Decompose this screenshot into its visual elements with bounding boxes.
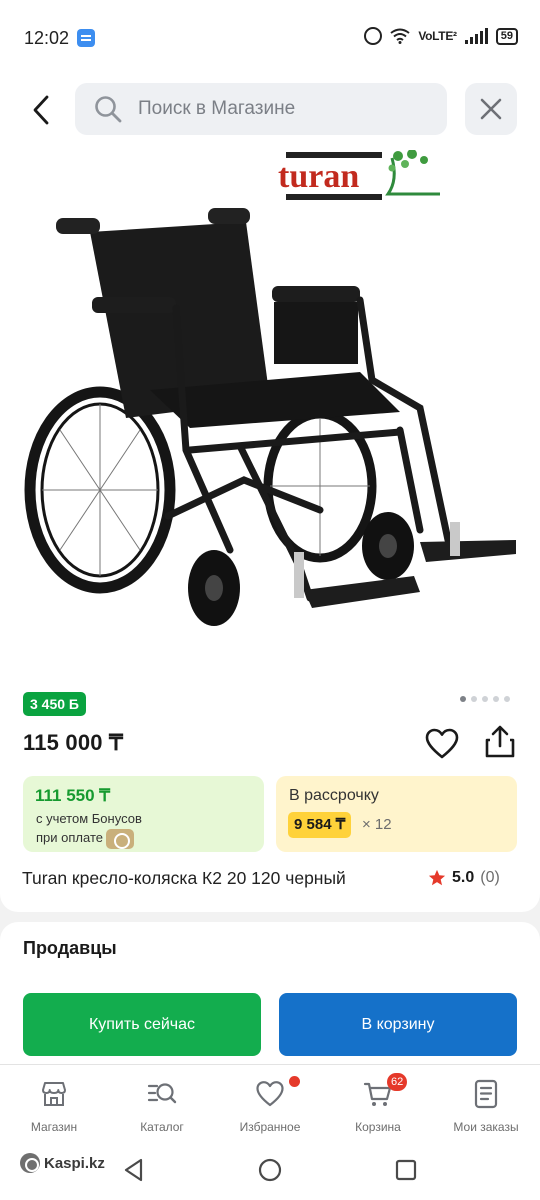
system-recent-apps-icon[interactable] (393, 1157, 419, 1183)
bottom-navigation: Магазин Каталог Избранное 62 Корзина Мои… (0, 1064, 540, 1144)
share-icon[interactable] (482, 724, 518, 760)
search-icon (95, 96, 122, 123)
star-icon (428, 869, 446, 886)
nav-label-cart: Корзина (355, 1120, 401, 1134)
close-button[interactable] (465, 83, 517, 135)
status-indicators: VoLTE² 59 (364, 27, 518, 45)
gallery-dot[interactable] (471, 696, 477, 702)
add-to-cart-label: В корзину (361, 1015, 435, 1033)
shop-icon (42, 1082, 66, 1106)
payment-with-bonus-card[interactable]: 111 550 ₸ с учетом Бонусов при оплате (23, 776, 264, 852)
product-title: Turan кресло-коляска К2 20 120 черный (22, 868, 346, 888)
kaspi-brand-text: Kaspi.kz (44, 1154, 105, 1172)
product-price: 115 000 ₸ (23, 730, 124, 755)
product-rating[interactable]: 5.0 (0) (428, 869, 500, 887)
kaspi-brand: Kaspi.kz (20, 1153, 105, 1173)
nav-item-catalog[interactable]: Каталог (108, 1065, 216, 1145)
nav-item-shop[interactable]: Магазин (0, 1065, 108, 1145)
nav-item-favorites[interactable]: Избранное (216, 1065, 324, 1145)
sellers-section: Продавцы Купить сейчас В корзину (0, 922, 540, 1064)
nav-item-orders[interactable]: Мои заказы (432, 1065, 540, 1145)
back-button[interactable] (22, 88, 60, 132)
system-home-icon[interactable] (257, 1157, 283, 1183)
wifi-icon (390, 28, 410, 44)
installment-price: 9 584 ₸ (288, 812, 352, 838)
heart-icon (256, 1081, 284, 1107)
orders-icon (474, 1079, 498, 1109)
gallery-dot[interactable] (460, 696, 466, 702)
product-info: 3 450 Б 115 000 ₸ 111 550 ₸ с учетом Бон… (0, 682, 540, 912)
kaspi-pay-icon (105, 828, 134, 849)
header: Поиск в Магазине (0, 72, 540, 150)
bonus-note: с учетом Бонусов при оплате (36, 809, 142, 849)
favorites-indicator (289, 1076, 300, 1087)
installment-label: В рассрочку (289, 787, 379, 804)
kaspi-logo-icon (20, 1153, 40, 1173)
turan-logo: turan (278, 150, 440, 200)
add-to-cart-button[interactable]: В корзину (279, 993, 517, 1056)
catalog-icon (147, 1083, 177, 1104)
search-input[interactable]: Поиск в Магазине (75, 83, 447, 135)
bonus-badge: 3 450 Б (23, 692, 86, 716)
chevron-left-icon (33, 95, 49, 125)
cart-count-badge: 62 (387, 1073, 408, 1091)
search-placeholder: Поиск в Магазине (138, 98, 296, 119)
status-time: 12:02 (24, 28, 70, 48)
nav-item-cart[interactable]: 62 Корзина (324, 1065, 432, 1145)
product-image[interactable]: turan (0, 150, 540, 682)
system-navigation-bar: Kaspi.kz (0, 1144, 540, 1200)
buy-now-button[interactable]: Купить сейчас (23, 993, 261, 1056)
nav-label-shop: Магазин (30, 1120, 78, 1134)
rating-value: 5.0 (452, 869, 475, 886)
gallery-dots[interactable] (460, 696, 510, 702)
signal-icon (464, 28, 488, 44)
buy-now-label: Купить сейчас (88, 1015, 196, 1033)
app-screen: 12:02 VoLTE² 59 Поиск в Магазине turan 3… (0, 0, 540, 1200)
favorite-heart-icon[interactable] (424, 726, 460, 762)
network-type: VoLTE² (418, 29, 457, 43)
gallery-dot[interactable] (493, 696, 499, 702)
review-count: (0) (480, 869, 500, 886)
nav-label-orders: Мои заказы (453, 1120, 519, 1134)
sellers-title: Продавцы (23, 938, 117, 958)
bonus-price: 111 550 ₸ (35, 786, 111, 805)
battery-level: 59 (495, 27, 518, 45)
bonus-note-line1: с учетом Бонусов (36, 811, 142, 826)
gallery-dot[interactable] (504, 696, 510, 702)
status-bar: 12:02 VoLTE² 59 (0, 0, 540, 72)
installment-times: × 12 (362, 816, 392, 833)
alarm-icon (364, 27, 383, 45)
message-notification-icon (77, 29, 95, 47)
installment-card[interactable]: В рассрочку 9 584 ₸ × 12 (276, 776, 517, 852)
nav-label-catalog: Каталог (140, 1120, 184, 1134)
gallery-dot[interactable] (482, 696, 488, 702)
nav-label-favorites: Избранное (239, 1120, 301, 1134)
close-icon (480, 98, 502, 120)
system-back-icon[interactable] (121, 1157, 147, 1183)
wheelchair-image: turan (24, 150, 516, 626)
bonus-note-line2: при оплате (36, 830, 103, 845)
logo-text: turan (278, 158, 359, 195)
